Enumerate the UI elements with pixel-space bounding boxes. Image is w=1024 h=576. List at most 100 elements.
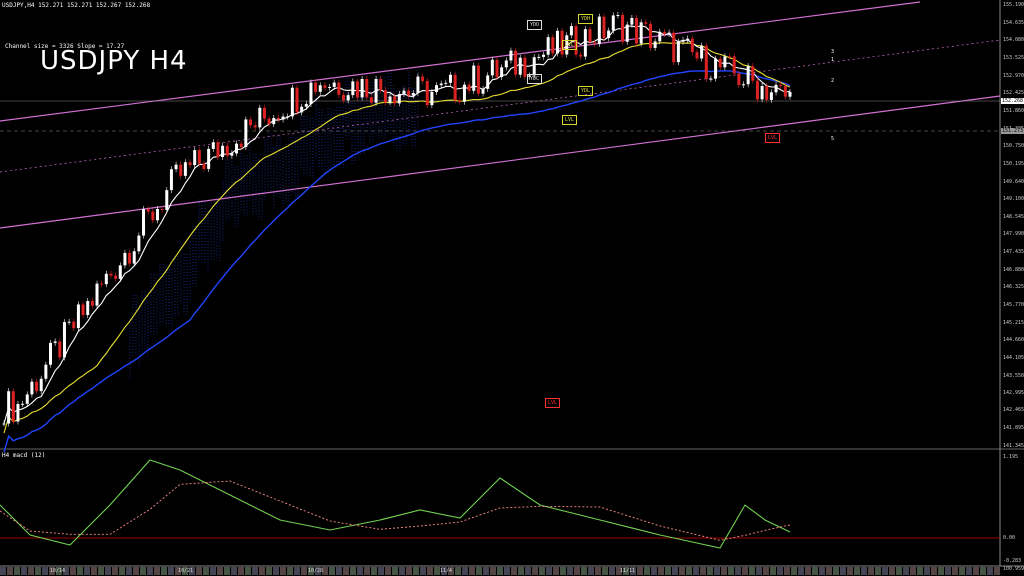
time-strip-cell	[742, 567, 748, 575]
time-strip-cell	[791, 567, 797, 575]
candle-body	[700, 45, 704, 59]
time-strip-cell	[952, 567, 958, 575]
time-strip-cell	[245, 567, 251, 575]
time-strip-cell	[777, 567, 783, 575]
time-strip-cell	[686, 567, 692, 575]
candle-body	[779, 84, 783, 87]
channel-mark: 2	[831, 78, 835, 84]
time-strip-cell	[749, 567, 755, 575]
price-chart[interactable]	[0, 0, 1024, 576]
time-strip-cell	[119, 567, 125, 575]
time-strip-cell	[651, 567, 657, 575]
current-price-label: 152.268	[1001, 98, 1024, 104]
candle-body	[690, 38, 694, 53]
candle-body	[397, 93, 401, 104]
candle-body	[393, 96, 397, 104]
candle-body	[346, 95, 350, 101]
candle-body	[704, 45, 708, 79]
candle-body	[421, 76, 425, 81]
candle-body	[435, 85, 439, 92]
candle-body	[765, 86, 769, 100]
time-strip-cell	[581, 567, 587, 575]
time-strip-cell	[609, 567, 615, 575]
time-strip-cell	[84, 567, 90, 575]
candle-body	[300, 106, 304, 113]
time-strip-cell	[756, 567, 762, 575]
time-strip-cell	[959, 567, 965, 575]
time-strip-cell	[567, 567, 573, 575]
candle-body	[407, 90, 411, 96]
price-tick-label: 153.525	[1003, 55, 1024, 62]
time-strip-cell	[973, 567, 979, 575]
price-tick-label: 150.750	[1003, 143, 1024, 150]
candle-body	[788, 91, 792, 97]
time-strip-cell	[98, 567, 104, 575]
candle-body	[537, 56, 541, 58]
candle-body	[81, 304, 85, 316]
price-tick-label: 146.880	[1003, 266, 1024, 273]
time-strip-cell	[112, 567, 118, 575]
candle-body	[11, 391, 15, 422]
time-tick-label: 10/14	[50, 568, 66, 574]
candle-body	[258, 107, 262, 128]
time-strip-cell	[518, 567, 524, 575]
candle-body	[39, 378, 43, 392]
candle-body	[728, 56, 732, 58]
time-strip-cell	[301, 567, 307, 575]
price-tick-label: 144.105	[1003, 355, 1024, 362]
time-strip-cell	[154, 567, 160, 575]
candle-body	[76, 304, 80, 329]
price-tick-label: 152.425	[1003, 90, 1024, 97]
channel-mark: 5	[831, 136, 835, 142]
level-tag: YDO	[527, 20, 543, 30]
time-strip-cell	[966, 567, 972, 575]
candle-body	[30, 381, 34, 395]
candle-body	[444, 82, 448, 84]
time-strip-cell	[336, 567, 342, 575]
price-tick-label: 149.100	[1003, 195, 1024, 202]
time-tick-label: 11/11	[620, 568, 636, 574]
time-strip-cell	[763, 567, 769, 575]
time-strip-cell	[595, 567, 601, 575]
price-tick-label: 141.345	[1003, 443, 1024, 449]
candle-body	[639, 22, 643, 44]
candle-body	[760, 86, 764, 100]
time-strip-cell	[798, 567, 804, 575]
time-tick-label: 11/4	[440, 568, 453, 574]
time-strip-cell	[210, 567, 216, 575]
candle-body	[532, 57, 536, 76]
candle-body	[104, 273, 108, 285]
candle-body	[741, 84, 745, 86]
time-strip-cell	[868, 567, 874, 575]
candle-body	[597, 16, 601, 44]
candle-body	[486, 75, 490, 89]
time-strip-cell	[987, 567, 993, 575]
candle-body	[132, 251, 136, 264]
channel-mark: 1	[831, 57, 835, 63]
candle-body	[7, 391, 11, 424]
time-strip-cell	[525, 567, 531, 575]
candle-body	[25, 394, 29, 404]
macd-signal-line	[0, 480, 791, 541]
candle-body	[53, 341, 57, 343]
candle-body	[337, 82, 341, 95]
time-strip-cell	[588, 567, 594, 575]
candle-body	[662, 31, 666, 34]
candle-body	[611, 15, 615, 31]
candle-body	[751, 66, 755, 81]
candle-body	[360, 78, 364, 98]
time-strip-cell	[196, 567, 202, 575]
candle-body	[202, 163, 206, 169]
candle-body	[351, 81, 355, 96]
time-strip-cell	[329, 567, 335, 575]
time-strip-cell	[455, 567, 461, 575]
time-strip-cell	[385, 567, 391, 575]
candle-body	[383, 90, 387, 103]
time-strip-cell	[224, 567, 230, 575]
candle-body	[211, 142, 215, 149]
candle-body	[146, 209, 150, 212]
level-tag: LVL	[562, 115, 578, 125]
time-strip-cell	[805, 567, 811, 575]
candle-body	[416, 76, 420, 94]
candle-body	[625, 24, 629, 42]
